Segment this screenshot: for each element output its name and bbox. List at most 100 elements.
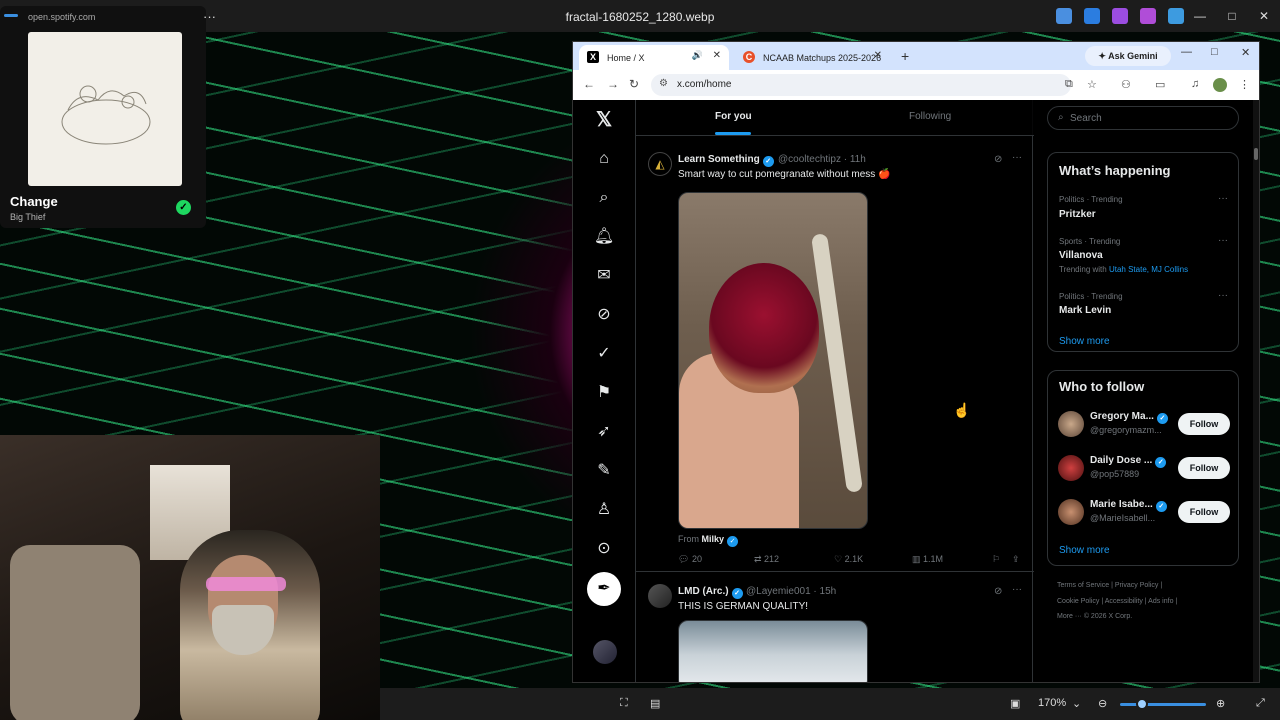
track-artist[interactable]: Big Thief [10, 212, 45, 222]
trend-more-icon[interactable]: ··· [1218, 193, 1228, 204]
maximize-button[interactable]: □ [1216, 6, 1248, 26]
post-more-icon[interactable]: ··· [1012, 152, 1022, 163]
designer-icon[interactable] [1140, 8, 1156, 24]
bookmark-star-icon[interactable]: ☆ [1087, 78, 1097, 91]
profile-avatar[interactable] [1213, 78, 1227, 92]
bookmarks-icon[interactable]: ⚑ [592, 381, 616, 405]
like-button[interactable]: ♡ 2.1K [834, 554, 863, 565]
footer-links[interactable]: Cookie Policy | Accessibility | Ads info… [1057, 598, 1177, 605]
zoom-slider-thumb[interactable] [1136, 698, 1148, 710]
home-icon[interactable]: ⌂ [592, 147, 616, 171]
sidepanel-icon[interactable]: ▭ [1155, 78, 1165, 91]
share-icon[interactable] [1084, 8, 1100, 24]
trend-item[interactable]: Mark Levin [1059, 305, 1111, 316]
follow-button[interactable]: Follow [1178, 457, 1230, 479]
reply-button[interactable]: 💬︎ 20 [678, 554, 702, 565]
follow-button[interactable]: Follow [1178, 501, 1230, 523]
account-handle[interactable]: @pop57889 [1090, 469, 1139, 479]
post-more-icon[interactable]: ··· [1012, 584, 1022, 595]
tab-home-x[interactable]: X Home / X 🔊 ✕ [579, 45, 729, 70]
install-app-icon[interactable]: ⧉ [1065, 78, 1073, 91]
grok-explain-icon[interactable]: ⊘ [994, 586, 1002, 597]
zoom-in-icon[interactable]: ⊕ [1216, 697, 1225, 710]
footer-links[interactable]: More ··· © 2026 X Corp. [1057, 613, 1132, 620]
bookmark-icon[interactable]: ⚐ [992, 554, 1000, 565]
forward-arrow-icon[interactable]: → [607, 77, 619, 91]
page-scrollbar[interactable] [1253, 100, 1259, 682]
ask-gemini-button[interactable]: ✦ Ask Gemini [1085, 46, 1171, 66]
x-logo-icon[interactable]: 𝕏 [592, 108, 616, 132]
post[interactable]: ◭ Learn Something ✓ @cooltechtipz · 11h ⊘… [636, 138, 1034, 572]
tab-for-you[interactable]: For you [715, 111, 752, 122]
extensions-icon[interactable]: ⚇ [1121, 78, 1131, 91]
actual-size-icon[interactable]: ▣ [1010, 697, 1020, 710]
account-name[interactable]: Marie Isabe... ✓ [1090, 499, 1167, 512]
trend-more-icon[interactable]: ··· [1218, 235, 1228, 246]
tab-ncaab[interactable]: C NCAAB Matchups 2025-2026 ✕ [735, 45, 890, 70]
trend-related[interactable]: Trending with Utah State, MJ Collins [1059, 265, 1188, 274]
spotify-menu-icon[interactable]: ··· [203, 9, 216, 24]
browser-maximize-button[interactable]: □ [1211, 46, 1218, 58]
tab-close-icon[interactable]: ✕ [713, 50, 721, 61]
footer-links[interactable]: Terms of Service | Privacy Policy | [1057, 582, 1162, 589]
follow-button[interactable]: Follow [1178, 413, 1230, 435]
share-icon[interactable]: ⇪ [1012, 554, 1020, 565]
rocket-icon[interactable]: ➶ [592, 420, 616, 444]
grok-icon[interactable]: ⊘ [592, 303, 616, 327]
show-more-link[interactable]: Show more [1059, 545, 1110, 556]
zoom-slider-track[interactable] [1120, 703, 1206, 706]
account-avatar[interactable] [1058, 499, 1084, 525]
media-icon[interactable]: ♫ [1191, 78, 1199, 90]
show-more-link[interactable]: Show more [1059, 336, 1110, 347]
trend-more-icon[interactable]: ··· [1218, 290, 1228, 301]
fit-icon[interactable]: ⛶ [620, 697, 628, 710]
site-info-icon[interactable]: ⚙ [659, 78, 668, 89]
zoom-level[interactable]: 170% [1038, 697, 1066, 709]
url-text[interactable]: x.com/home [677, 79, 731, 90]
browser-close-button[interactable]: ✕ [1241, 46, 1250, 59]
browser-minimize-button[interactable]: — [1181, 46, 1192, 58]
profile-icon[interactable]: ♙ [592, 498, 616, 522]
zoom-out-icon[interactable]: ⊖ [1098, 697, 1107, 710]
account-name[interactable]: Gregory Ma... ✓ [1090, 411, 1168, 424]
browser-menu-icon[interactable]: ⋮ [1239, 78, 1250, 91]
grok-explain-icon[interactable]: ⊘ [994, 154, 1002, 165]
url-field[interactable]: ⚙ x.com/home [651, 74, 1071, 96]
post-video[interactable] [678, 620, 868, 682]
post-author-name[interactable]: LMD (Arc.) ✓ [678, 586, 743, 599]
account-handle[interactable]: @gregorymazm... [1090, 425, 1162, 435]
tab-following[interactable]: Following [909, 111, 951, 122]
post[interactable]: LMD (Arc.) ✓ @Layemie001 · 15h ⊘ ··· THIS… [636, 572, 1034, 682]
trend-item[interactable]: Pritzker [1059, 209, 1096, 220]
account-avatar[interactable] [593, 640, 617, 664]
scrollbar-thumb[interactable] [1254, 148, 1258, 160]
close-button[interactable]: ✕ [1248, 6, 1280, 26]
audio-icon[interactable]: 🔊 [692, 50, 703, 61]
repost-button[interactable]: ⇄ 212 [754, 554, 779, 565]
edit-icon[interactable] [1056, 8, 1072, 24]
saved-check-icon[interactable]: ✓ [176, 200, 191, 215]
post-avatar-eye-icon[interactable]: ◭ [648, 152, 672, 176]
account-avatar[interactable] [1058, 411, 1084, 437]
account-avatar[interactable] [1058, 455, 1084, 481]
fullscreen-icon[interactable]: ⤢ [1256, 697, 1265, 710]
tab-close-icon[interactable]: ✕ [874, 50, 882, 61]
messages-mail-icon[interactable]: ✉ [592, 264, 616, 288]
account-name[interactable]: Daily Dose ... ✓ [1090, 455, 1167, 468]
video-attribution[interactable]: From Milky ✓ [678, 534, 739, 547]
new-tab-button[interactable]: + [901, 48, 909, 64]
notifications-bell-icon[interactable]: 🔔︎ [592, 225, 616, 249]
zoom-dropdown-icon[interactable]: ⌄ [1072, 697, 1081, 710]
more-icon[interactable]: ⊙ [592, 537, 616, 561]
info-icon[interactable]: ▤ [650, 697, 660, 710]
post-avatar[interactable] [648, 584, 672, 608]
explore-search-icon[interactable]: ⌕ [592, 186, 616, 210]
post-video[interactable] [678, 192, 868, 529]
verified-orgs-icon[interactable]: ✓ [592, 342, 616, 366]
views-button[interactable]: ▥ 1.1M [912, 554, 943, 565]
post-author-handle[interactable]: @cooltechtipz · 11h [778, 154, 866, 165]
copilot-icon[interactable] [1112, 8, 1128, 24]
post-feather-icon[interactable]: ✒ [587, 572, 621, 606]
cloud-icon[interactable] [1168, 8, 1184, 24]
trend-item[interactable]: Villanova [1059, 250, 1103, 261]
